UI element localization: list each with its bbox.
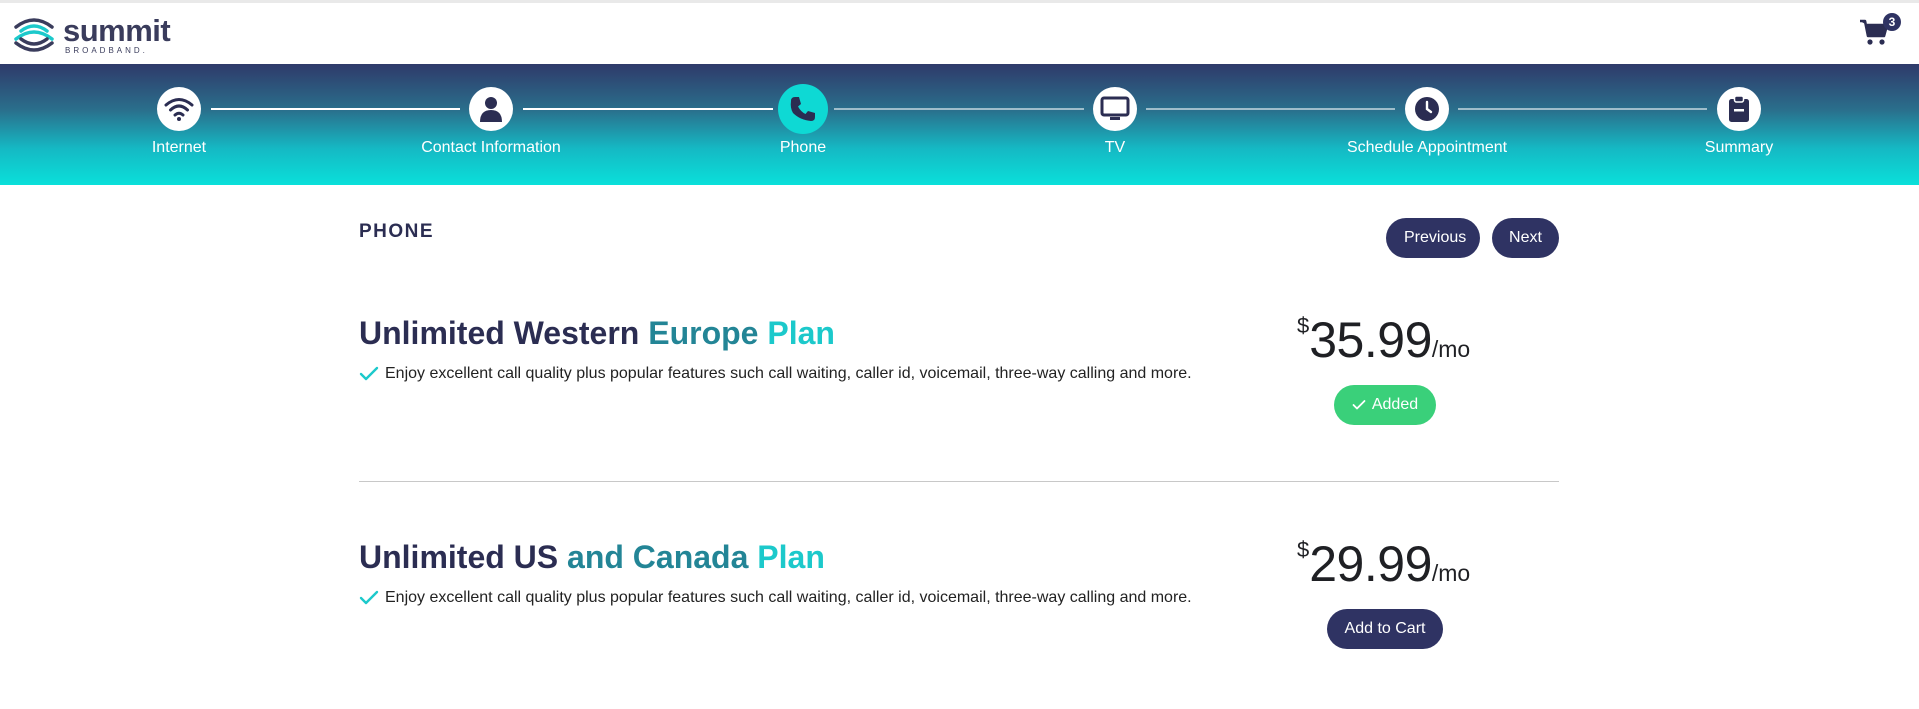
summit-logo[interactable]: summit BROADBAND. bbox=[12, 13, 171, 57]
price-amount: 35.99 bbox=[1309, 312, 1432, 368]
step-connector bbox=[1458, 108, 1707, 110]
checkmark-icon bbox=[359, 366, 379, 381]
person-icon bbox=[480, 97, 502, 122]
price-currency: $ bbox=[1297, 537, 1310, 562]
step-label: TV bbox=[1104, 139, 1126, 156]
checkmark-icon bbox=[1352, 400, 1366, 410]
plan-feature-text: Enjoy excellent call quality plus popula… bbox=[385, 365, 1192, 382]
plan-price: $35.99/mo bbox=[1297, 311, 1497, 369]
step-label: Schedule Appointment bbox=[1346, 139, 1508, 156]
price-currency: $ bbox=[1297, 313, 1310, 338]
plan-feature: Enjoy excellent call quality plus popula… bbox=[359, 589, 1192, 607]
price-period: /mo bbox=[1431, 560, 1471, 586]
checkmark-icon bbox=[359, 590, 379, 605]
step-connector bbox=[834, 108, 1084, 110]
step-label: Phone bbox=[779, 139, 827, 156]
step-connector bbox=[1146, 108, 1395, 110]
previous-button[interactable]: Previous bbox=[1386, 218, 1480, 258]
progress-stepper: Internet Contact Information Phone TV Sc… bbox=[0, 64, 1919, 185]
summit-logo-icon bbox=[14, 18, 54, 52]
plan-title: Unlimited Western Europe Plan bbox=[359, 315, 835, 351]
step-label: Contact Information bbox=[421, 139, 561, 156]
step-label: Internet bbox=[151, 139, 207, 156]
added-button[interactable]: Added bbox=[1334, 385, 1436, 425]
cart-count-badge: 3 bbox=[1883, 13, 1901, 31]
step-label: Summary bbox=[1704, 139, 1774, 156]
step-connector bbox=[523, 108, 773, 110]
clock-icon bbox=[1415, 97, 1439, 121]
price-amount: 29.99 bbox=[1309, 536, 1432, 592]
plan-title: Unlimited US and Canada Plan bbox=[359, 539, 825, 575]
plan-feature-text: Enjoy excellent call quality plus popula… bbox=[385, 589, 1192, 606]
wifi-icon bbox=[164, 98, 194, 121]
next-button[interactable]: Next bbox=[1492, 218, 1559, 258]
price-period: /mo bbox=[1431, 336, 1471, 362]
brand-subtitle: BROADBAND. bbox=[65, 46, 148, 55]
plan-card: Unlimited US and Canada Plan Enjoy excel… bbox=[359, 536, 1559, 709]
phone-icon bbox=[790, 97, 815, 121]
plan-price: $29.99/mo bbox=[1297, 535, 1497, 593]
cart-button[interactable]: 3 bbox=[1859, 13, 1901, 51]
section-title: PHONE bbox=[359, 221, 435, 242]
plan-divider bbox=[359, 481, 1559, 482]
plan-feature: Enjoy excellent call quality plus popula… bbox=[359, 365, 1192, 383]
brand-name: summit bbox=[63, 13, 171, 48]
clipboard-icon bbox=[1729, 95, 1749, 122]
tv-icon bbox=[1100, 96, 1130, 120]
add-to-cart-button[interactable]: Add to Cart bbox=[1327, 609, 1443, 649]
step-connector bbox=[211, 108, 460, 110]
site-header: summit BROADBAND. 3 bbox=[0, 3, 1919, 64]
added-button-label: Added bbox=[1371, 396, 1419, 413]
plan-card: Unlimited Western Europe Plan Enjoy exce… bbox=[359, 312, 1559, 485]
